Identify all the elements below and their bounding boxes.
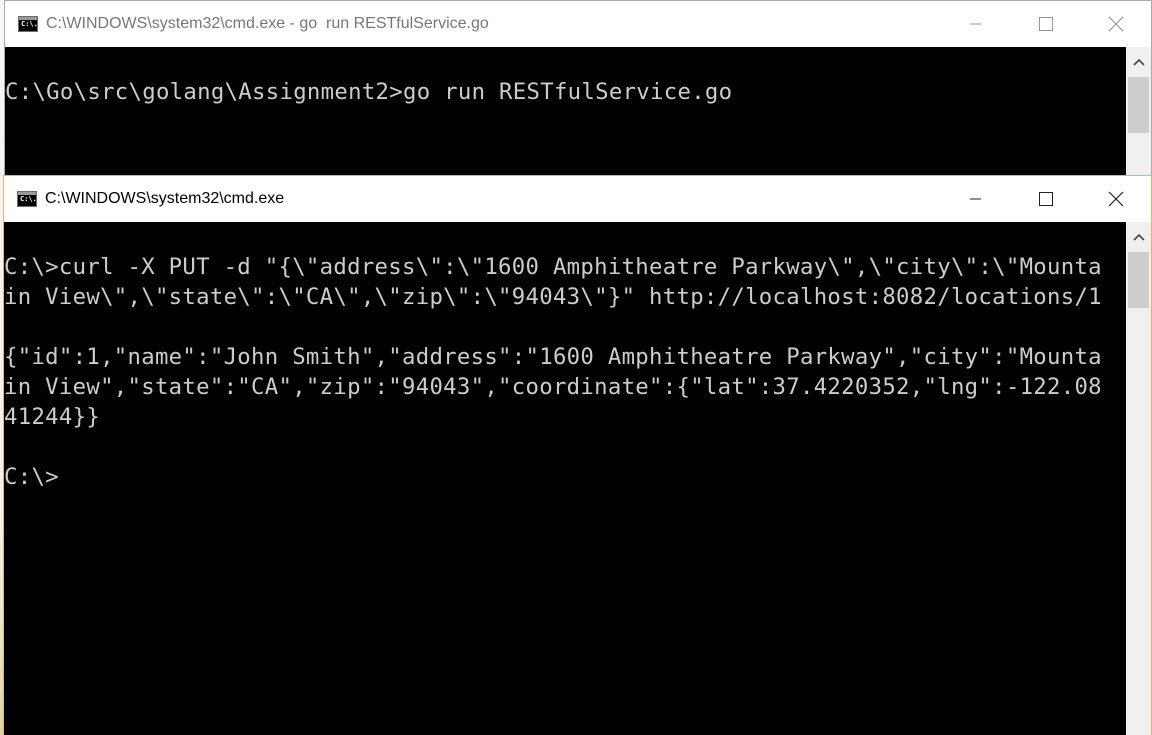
cmd-app-icon[interactable]: C:\.	[18, 16, 38, 32]
scroll-up-button[interactable]	[1126, 47, 1151, 77]
scroll-up-button[interactable]	[1126, 222, 1151, 252]
window-title: C:\WINDOWS\system32\cmd.exe	[45, 190, 285, 207]
maximize-button[interactable]	[1011, 1, 1081, 47]
window-controls	[941, 176, 1151, 222]
cmd-app-icon-label: C:\.	[20, 195, 37, 203]
close-button[interactable]	[1081, 176, 1151, 222]
cmd-window-background[interactable]: C:\. C:\WINDOWS\system32\cmd.exe - go ru…	[4, 0, 1152, 176]
maximize-icon	[1039, 192, 1053, 206]
window-controls	[941, 1, 1151, 47]
close-icon	[1108, 16, 1124, 32]
maximize-icon	[1039, 17, 1053, 31]
console-line: in View","state":"CA","zip":"94043","coo…	[4, 374, 1102, 400]
scroll-thumb[interactable]	[1128, 77, 1149, 133]
scroll-up-arrow-icon	[1132, 58, 1145, 66]
cmd-app-icon-label: C:\.	[21, 20, 38, 28]
close-icon	[1108, 191, 1124, 207]
cmd-app-icon[interactable]: C:\.	[17, 191, 37, 207]
close-button[interactable]	[1081, 1, 1151, 47]
vertical-scrollbar[interactable]	[1126, 47, 1151, 176]
vertical-scrollbar[interactable]	[1126, 222, 1151, 735]
console-output[interactable]: C:\Go\src\golang\Assignment2>go run REST…	[5, 47, 1126, 176]
console-line: C:\>	[4, 464, 59, 490]
console-line: C:\>curl -X PUT -d "{\"address\":\"1600 …	[4, 254, 1102, 280]
console-output[interactable]: C:\>curl -X PUT -d "{\"address\":\"1600 …	[4, 222, 1126, 735]
maximize-button[interactable]	[1011, 176, 1081, 222]
console-line: {"id":1,"name":"John Smith","address":"1…	[4, 344, 1102, 370]
console-line: C:\Go\src\golang\Assignment2>go run REST…	[5, 79, 733, 105]
minimize-button[interactable]	[941, 1, 1011, 47]
minimize-icon	[970, 23, 981, 25]
scroll-thumb[interactable]	[1128, 252, 1149, 308]
minimize-button[interactable]	[941, 176, 1011, 222]
console-line: 41244}}	[4, 404, 101, 430]
scroll-up-arrow-icon	[1132, 233, 1145, 241]
title-bar[interactable]: C:\. C:\WINDOWS\system32\cmd.exe - go ru…	[5, 1, 1151, 47]
console-line: in View\",\"state\":\"CA\",\"zip\":\"940…	[4, 284, 1102, 310]
title-bar[interactable]: C:\. C:\WINDOWS\system32\cmd.exe	[4, 176, 1151, 222]
window-title: C:\WINDOWS\system32\cmd.exe - go run RES…	[46, 15, 489, 32]
cmd-window-active[interactable]: C:\. C:\WINDOWS\system32\cmd.exe C:\>cur…	[3, 175, 1152, 735]
minimize-icon	[970, 198, 981, 200]
